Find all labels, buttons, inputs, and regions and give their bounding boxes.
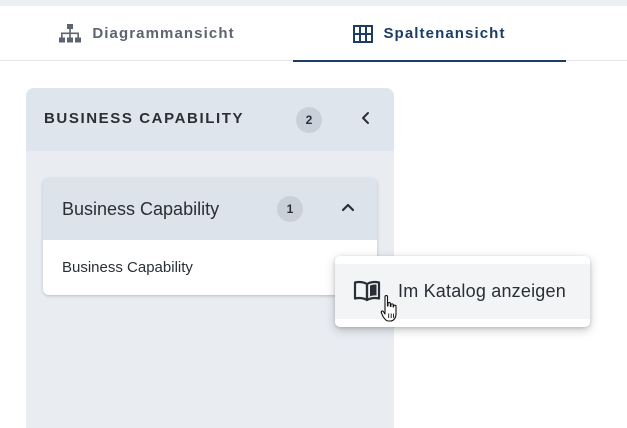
chevron-left-icon	[359, 111, 373, 130]
group-header[interactable]: Business Capability 1	[43, 178, 377, 240]
view-tab-bar: Diagrammansicht Spaltenansicht	[0, 6, 627, 62]
tab-column-view[interactable]: Spaltenansicht	[293, 6, 566, 62]
group-count-badge: 1	[277, 196, 303, 222]
columns-grid-icon	[353, 24, 374, 43]
menu-item-label: Im Katalog anzeigen	[398, 281, 566, 301]
context-menu: Im Katalog anzeigen	[335, 256, 590, 327]
active-tab-indicator	[293, 60, 566, 62]
list-item-label: Business Capability	[62, 259, 193, 276]
hand-pointer-cursor-icon	[380, 294, 398, 329]
tab-diagram-view[interactable]: Diagrammansicht	[0, 6, 293, 61]
sitemap-icon	[58, 23, 82, 45]
column-count-badge: 2	[296, 107, 322, 133]
column-title: BUSINESS CAPABILITY	[44, 110, 245, 127]
capability-group-card: Business Capability 1 Business Capabilit…	[43, 178, 377, 295]
menu-item-show-in-catalog[interactable]: Im Katalog anzeigen	[335, 264, 590, 319]
column-header: BUSINESS CAPABILITY 2	[26, 88, 394, 151]
tab-columns-label: Spaltenansicht	[383, 25, 506, 42]
collapse-column-button[interactable]	[354, 108, 378, 132]
tab-diagram-label: Diagrammansicht	[92, 25, 235, 42]
collapse-group-button[interactable]	[336, 197, 360, 221]
open-book-icon	[353, 279, 381, 308]
list-item[interactable]: Business Capability	[43, 240, 377, 295]
group-title: Business Capability	[62, 199, 220, 219]
chevron-up-icon	[341, 200, 355, 219]
